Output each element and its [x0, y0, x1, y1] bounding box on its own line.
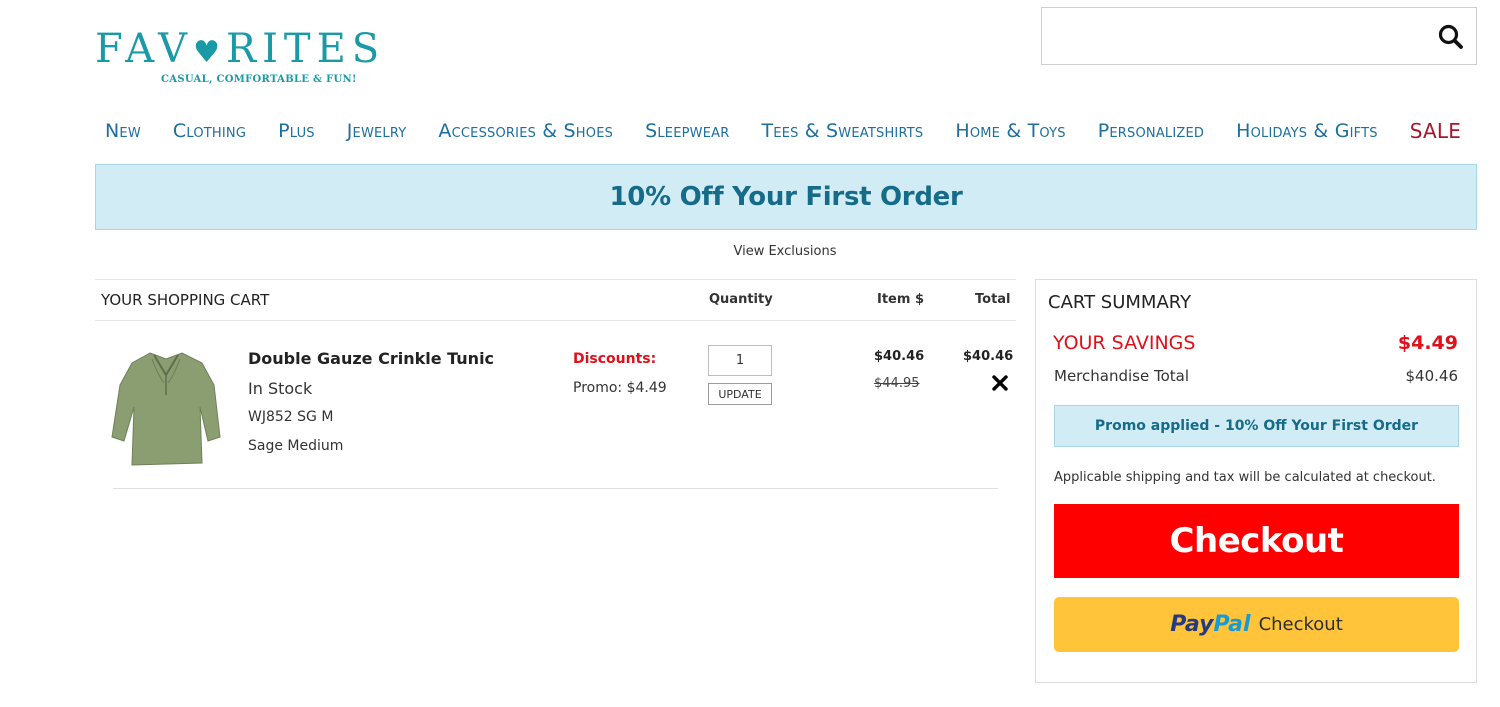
- savings-value: $4.49: [1397, 332, 1458, 354]
- view-exclusions-link[interactable]: View Exclusions: [0, 244, 1500, 259]
- product-sku: WJ852 SG M: [248, 409, 334, 425]
- original-price: $44.95: [874, 376, 920, 391]
- item-price: $40.46: [874, 349, 925, 364]
- product-image[interactable]: [110, 345, 222, 471]
- nav-item-clothing[interactable]: Clothing: [163, 120, 246, 142]
- savings-label: YOUR SAVINGS: [1053, 332, 1196, 354]
- search-icon[interactable]: [1436, 22, 1466, 52]
- brand-name: FAV♥RITES: [95, 26, 386, 72]
- nav-item-sale[interactable]: SALE: [1400, 119, 1461, 143]
- promo-applied-notice: Promo applied - 10% Off Your First Order: [1054, 405, 1459, 447]
- promo-banner[interactable]: 10% Off Your First Order: [95, 164, 1477, 230]
- search-box: [1041, 7, 1477, 65]
- stock-status: In Stock: [248, 379, 313, 398]
- nav-item-personalized[interactable]: Personalized: [1088, 120, 1204, 142]
- close-icon[interactable]: [991, 374, 1009, 392]
- column-quantity: Quantity: [709, 292, 773, 307]
- product-variant: Sage Medium: [248, 438, 344, 454]
- nav-item-plus[interactable]: Plus: [268, 120, 315, 142]
- nav-item-sleepwear[interactable]: Sleepwear: [635, 120, 729, 142]
- heart-icon: ♥: [193, 35, 226, 70]
- nav-item-home-toys[interactable]: Home & Toys: [945, 120, 1065, 142]
- nav-item-accessories-shoes[interactable]: Accessories & Shoes: [428, 120, 613, 142]
- brand-logo[interactable]: FAV♥RITES CASUAL, COMFORTABLE & FUN!: [95, 28, 415, 90]
- paypal-logo-pal: Pal: [1213, 612, 1251, 637]
- cart-title: YOUR SHOPPING CART: [101, 291, 270, 309]
- column-item-price: Item $: [877, 292, 924, 307]
- nav-item-jewelry[interactable]: Jewelry: [337, 120, 407, 142]
- shopping-cart: YOUR SHOPPING CART Quantity Item $ Total…: [95, 279, 1016, 489]
- shipping-note: Applicable shipping and tax will be calc…: [1054, 470, 1436, 485]
- product-name[interactable]: Double Gauze Crinkle Tunic: [248, 349, 494, 368]
- promo-banner-text: 10% Off Your First Order: [609, 182, 963, 212]
- nav-item-tees-sweatshirts[interactable]: Tees & Sweatshirts: [751, 120, 923, 142]
- checkout-button[interactable]: Checkout: [1054, 504, 1459, 578]
- merchandise-total-label: Merchandise Total: [1054, 367, 1189, 385]
- cart-header: YOUR SHOPPING CART Quantity Item $ Total: [95, 279, 1016, 321]
- search-input[interactable]: [1050, 18, 1420, 54]
- nav-item-new[interactable]: New: [95, 120, 141, 142]
- nav-item-holidays-gifts[interactable]: Holidays & Gifts: [1226, 120, 1378, 142]
- cart-summary: CART SUMMARY YOUR SAVINGS $4.49 Merchand…: [1035, 279, 1477, 683]
- paypal-logo-pay: Pay: [1170, 612, 1214, 637]
- quantity-input[interactable]: [708, 345, 772, 376]
- paypal-checkout-label: Checkout: [1258, 614, 1343, 635]
- brand-tagline: CASUAL, COMFORTABLE & FUN!: [161, 74, 357, 85]
- summary-title: CART SUMMARY: [1048, 292, 1192, 313]
- line-total: $40.46: [963, 349, 1014, 364]
- cart-divider: [113, 488, 998, 489]
- update-button[interactable]: UPDATE: [708, 383, 772, 405]
- discounts-label: Discounts:: [573, 351, 657, 367]
- column-total: Total: [975, 292, 1011, 307]
- merchandise-total-value: $40.46: [1405, 367, 1459, 385]
- paypal-checkout-button[interactable]: Pay Pal Checkout: [1054, 597, 1459, 652]
- main-nav: New Clothing Plus Jewelry Accessories & …: [95, 113, 1485, 149]
- discount-promo: Promo: $4.49: [573, 380, 667, 396]
